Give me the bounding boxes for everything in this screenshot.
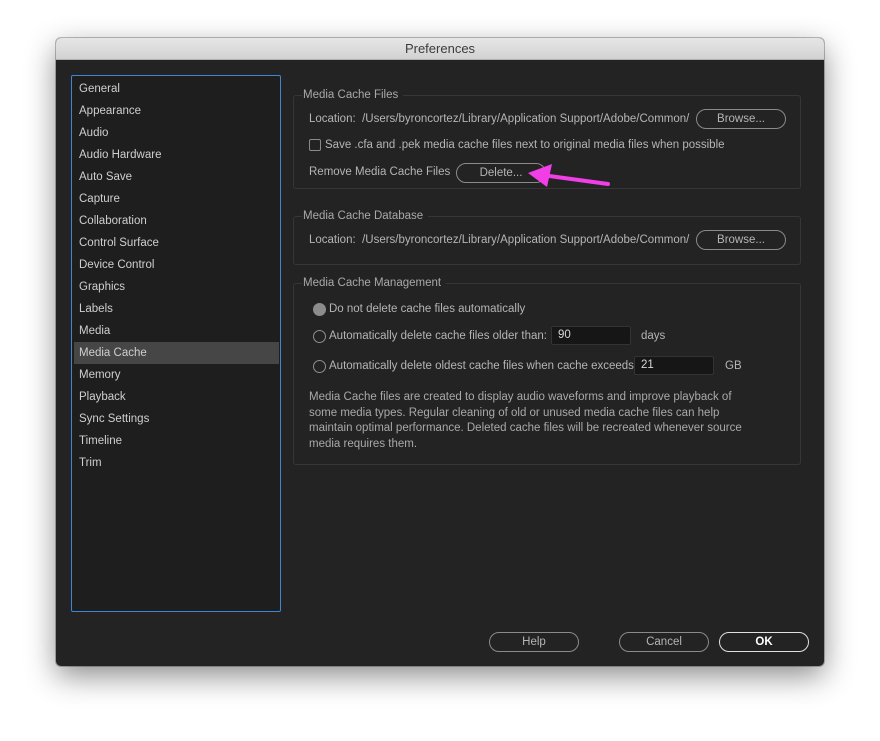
sidebar-item-capture[interactable]: Capture: [74, 188, 279, 210]
window-title: Preferences: [56, 38, 824, 60]
media-cache-database-group: Media Cache Database Location: /Users/by…: [293, 208, 801, 265]
media-cache-description: Media Cache files are created to display…: [309, 391, 742, 450]
location-label: Location:: [309, 113, 356, 125]
ok-button[interactable]: OK: [719, 632, 809, 652]
remove-media-cache-label: Remove Media Cache Files: [309, 166, 451, 178]
help-button[interactable]: Help: [489, 632, 579, 652]
save-cfa-pek-label: Save .cfa and .pek media cache files nex…: [325, 139, 725, 151]
sidebar-item-trim[interactable]: Trim: [74, 452, 279, 474]
radio-do-not-delete[interactable]: [313, 303, 326, 316]
location-path: /Users/byroncortez/Library/Application S…: [362, 113, 690, 125]
location-path: /Users/byroncortez/Library/Application S…: [362, 234, 690, 246]
media-cache-database-browse-button[interactable]: Browse...: [696, 230, 786, 250]
sidebar-item-general[interactable]: General: [74, 78, 279, 100]
sidebar-item-graphics[interactable]: Graphics: [74, 276, 279, 298]
sidebar-item-collaboration[interactable]: Collaboration: [74, 210, 279, 232]
sidebar-item-memory[interactable]: Memory: [74, 364, 279, 386]
sidebar-item-auto-save[interactable]: Auto Save: [74, 166, 279, 188]
media-cache-files-browse-button[interactable]: Browse...: [696, 109, 786, 129]
media-cache-files-group: Media Cache Files Location: /Users/byron…: [293, 87, 801, 189]
radio-delete-when-exceeds-label: Automatically delete oldest cache files …: [329, 360, 638, 372]
sidebar-item-media[interactable]: Media: [74, 320, 279, 342]
gb-input[interactable]: 21: [634, 356, 714, 375]
sidebar-item-device-control[interactable]: Device Control: [74, 254, 279, 276]
sidebar-item-audio-hardware[interactable]: Audio Hardware: [74, 144, 279, 166]
preferences-dialog: Preferences General Appearance Audio Aud…: [56, 38, 824, 666]
sidebar-item-control-surface[interactable]: Control Surface: [74, 232, 279, 254]
days-input[interactable]: 90: [551, 326, 631, 345]
radio-delete-older-than-label: Automatically delete cache files older t…: [329, 330, 547, 342]
sidebar-item-audio[interactable]: Audio: [74, 122, 279, 144]
sidebar-item-media-cache[interactable]: Media Cache: [74, 342, 279, 364]
delete-cache-button[interactable]: Delete...: [456, 163, 546, 183]
sidebar-item-sync-settings[interactable]: Sync Settings: [74, 408, 279, 430]
media-cache-database-title: Media Cache Database: [302, 208, 429, 224]
media-cache-files-location: Location: /Users/byroncortez/Library/App…: [309, 111, 689, 127]
media-cache-database-location: Location: /Users/byroncortez/Library/App…: [309, 232, 689, 248]
media-cache-files-title: Media Cache Files: [302, 87, 404, 103]
sidebar-item-playback[interactable]: Playback: [74, 386, 279, 408]
media-cache-management-group: Media Cache Management Do not delete cac…: [293, 275, 801, 465]
days-unit-label: days: [641, 330, 666, 342]
radio-do-not-delete-label: Do not delete cache files automatically: [329, 303, 526, 315]
location-label: Location:: [309, 234, 356, 246]
radio-delete-older-than[interactable]: [313, 330, 326, 343]
sidebar-item-appearance[interactable]: Appearance: [74, 100, 279, 122]
sidebar-item-labels[interactable]: Labels: [74, 298, 279, 320]
cancel-button[interactable]: Cancel: [619, 632, 709, 652]
sidebar-item-timeline[interactable]: Timeline: [74, 430, 279, 452]
radio-delete-when-exceeds[interactable]: [313, 360, 326, 373]
gb-unit-label: GB: [725, 360, 742, 372]
preferences-category-list[interactable]: General Appearance Audio Audio Hardware …: [71, 75, 281, 612]
media-cache-management-title: Media Cache Management: [302, 275, 447, 291]
save-cfa-pek-checkbox[interactable]: [309, 139, 321, 151]
